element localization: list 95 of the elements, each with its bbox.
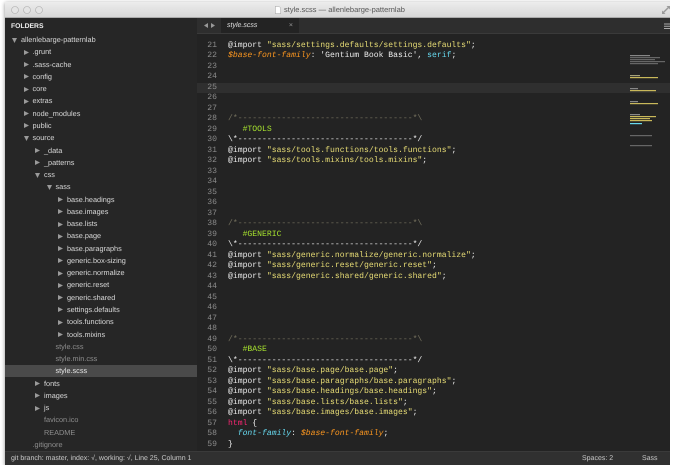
line-number: 58 — [206, 429, 217, 440]
code-line: \*------------------------------------*/ — [228, 240, 422, 250]
triangle-right-icon[interactable] — [58, 270, 63, 276]
triangle-down-icon[interactable] — [24, 136, 28, 141]
line-number: 48 — [206, 324, 217, 334]
code-line: @import "sass/base.page/base.page"; — [228, 366, 398, 376]
line-number: 29 — [206, 124, 217, 135]
line-number: 57 — [206, 418, 217, 429]
line-number: 24 — [206, 72, 217, 82]
line-number: 53 — [206, 376, 217, 387]
code-line: font-family: $base-font-family; — [236, 429, 388, 440]
triangle-right-icon[interactable] — [58, 197, 63, 202]
code-line: html { — [228, 418, 258, 429]
line-number: 46 — [206, 303, 217, 314]
line-number: 28 — [206, 114, 217, 124]
code-line: $base-font-family: 'Gentium Book Basic', serif; — [228, 51, 456, 62]
line-number: 55 — [206, 398, 217, 408]
line-number: 26 — [206, 93, 217, 104]
line-number: 41 — [206, 250, 217, 261]
triangle-down-icon[interactable] — [12, 38, 17, 43]
code-line: @import "sass/generic.reset/generic.reset"; — [228, 261, 437, 272]
code-line: #TOOLS — [242, 124, 272, 135]
code-line: @import "sass/base.images/base.images"; — [228, 408, 418, 418]
line-number: 59 — [206, 440, 217, 450]
document-icon — [275, 6, 282, 14]
triangle-right-icon[interactable] — [35, 160, 40, 166]
line-number: 25 — [206, 82, 217, 93]
triangle-right-icon[interactable] — [24, 86, 28, 92]
code-line: @import "sass/base.lists/base.lists"; — [228, 398, 408, 408]
line-number: 31 — [206, 146, 217, 156]
triangle-right-icon[interactable] — [58, 246, 63, 252]
line-number: 45 — [206, 292, 217, 303]
line-number: 22 — [206, 51, 217, 62]
code-line: /*------------------------------------*\ — [228, 114, 422, 124]
line-number: 47 — [206, 314, 217, 324]
triangle-right-icon[interactable] — [24, 111, 28, 116]
code-line: } — [228, 440, 233, 450]
line-number: 30 — [206, 135, 217, 146]
triangle-right-icon[interactable] — [24, 74, 28, 80]
line-number: 54 — [206, 387, 217, 398]
line-number: 35 — [206, 188, 217, 198]
line-number: 23 — [206, 62, 217, 72]
triangle-right-icon[interactable] — [24, 123, 28, 128]
code-line: @import "sass/tools.functions/tools.functions"; — [228, 146, 456, 156]
triangle-right-icon[interactable] — [58, 307, 63, 312]
triangle-right-icon[interactable] — [58, 258, 63, 264]
line-number: 38 — [206, 219, 217, 230]
line-number: 27 — [206, 104, 217, 114]
code-line: #BASE — [242, 345, 267, 356]
triangle-right-icon[interactable] — [58, 295, 63, 300]
menu-icon[interactable] — [664, 22, 670, 28]
triangle-right-icon[interactable] — [24, 62, 28, 68]
triangle-right-icon[interactable] — [24, 98, 28, 104]
line-number: 33 — [206, 166, 217, 177]
triangle-right-icon[interactable] — [35, 406, 40, 411]
triangle-right-icon[interactable] — [35, 381, 40, 386]
code-line: @import "sass/generic.normalize/generic.normalize"; — [228, 250, 476, 261]
code-line: /*------------------------------------*\ — [228, 334, 422, 345]
line-number: 43 — [206, 272, 217, 282]
code-line: @import "sass/tools.mixins/tools.mixins"; — [228, 156, 428, 166]
code-line: #GENERIC — [242, 230, 282, 240]
code-line: @import "sass/settings.defaults/settings.defaults"; — [228, 40, 476, 51]
line-number: 39 — [206, 230, 217, 240]
line-number: 37 — [206, 208, 217, 219]
triangle-right-icon[interactable] — [58, 320, 63, 325]
line-number: 50 — [206, 345, 217, 356]
line-number: 44 — [206, 282, 217, 292]
triangle-down-icon[interactable] — [35, 172, 40, 178]
line-number: 34 — [206, 177, 217, 188]
line-number: 51 — [206, 356, 217, 366]
triangle-right-icon[interactable] — [58, 332, 63, 337]
triangle-down-icon[interactable] — [46, 184, 52, 190]
line-number: 21 — [206, 40, 217, 51]
line-number: 56 — [206, 408, 217, 418]
line-number: 40 — [206, 240, 217, 250]
back-arrow-icon[interactable] — [204, 23, 208, 28]
line-number: 36 — [206, 198, 217, 208]
triangle-right-icon[interactable] — [24, 50, 28, 55]
line-number: 32 — [206, 156, 217, 166]
code-line: @import "sass/base.paragraphs/base.paragraphs"; — [228, 376, 456, 387]
line-number: 52 — [206, 366, 217, 376]
code-line: \*------------------------------------*/ — [228, 356, 422, 366]
triangle-right-icon[interactable] — [58, 222, 63, 227]
triangle-right-icon[interactable] — [58, 234, 63, 239]
line-number: 49 — [206, 334, 217, 345]
triangle-right-icon[interactable] — [35, 393, 40, 398]
code-line: @import "sass/base.headings/base.headings"; — [228, 387, 437, 398]
code-line: \*------------------------------------*/ — [228, 135, 422, 146]
code-line: /*------------------------------------*\ — [228, 219, 422, 230]
code-line: @import "sass/generic.shared/generic.shared"; — [228, 272, 447, 282]
triangle-right-icon[interactable] — [58, 209, 63, 214]
forward-arrow-icon[interactable] — [210, 23, 214, 28]
triangle-right-icon[interactable] — [58, 282, 63, 288]
line-number: 42 — [206, 261, 217, 272]
triangle-right-icon[interactable] — [35, 148, 40, 154]
